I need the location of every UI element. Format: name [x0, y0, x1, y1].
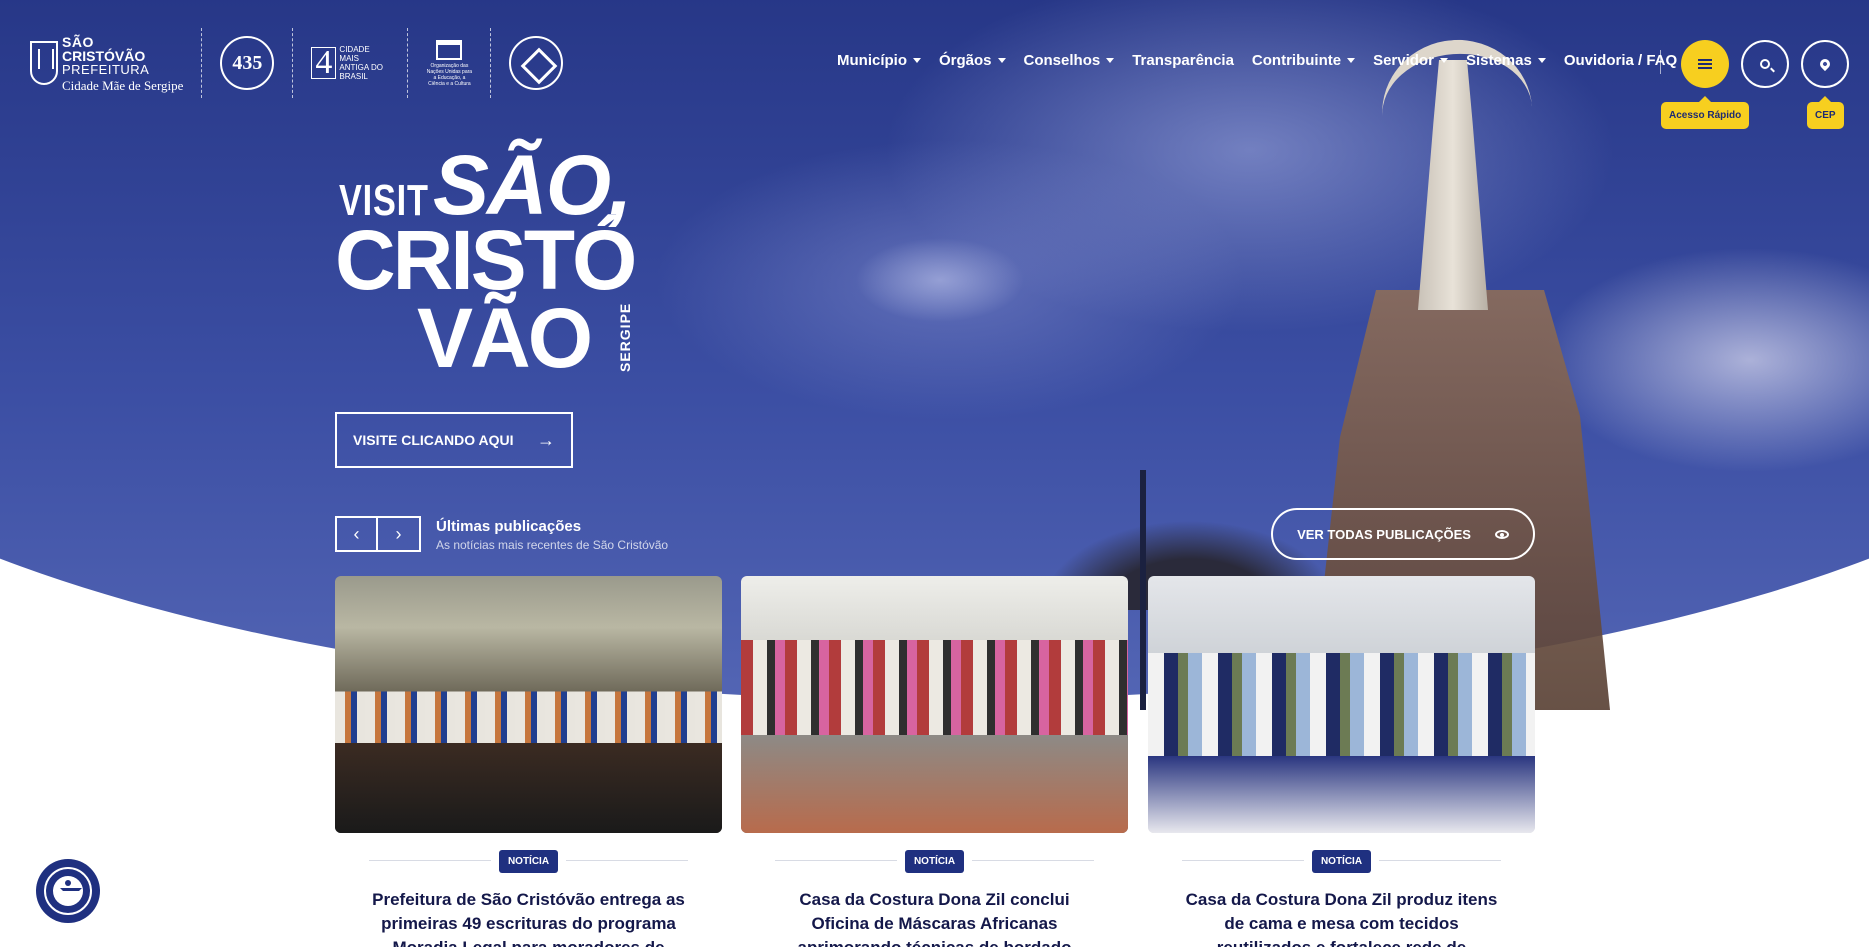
prefeitura-logo[interactable]: SÃO CRISTÓVÃO PREFEITURA Cidade Mãe de S… [30, 35, 183, 92]
quick-access-button[interactable] [1681, 40, 1729, 88]
arrow-right-icon: → [537, 429, 555, 450]
logo-divider [201, 28, 203, 98]
view-all-publications-button[interactable]: VER TODAS PUBLICAÇÕES [1271, 508, 1535, 560]
category-badge: NOTÍCIA [904, 849, 965, 873]
search-button[interactable] [1741, 40, 1789, 88]
nav-item-municipio[interactable]: Município [828, 52, 930, 69]
nav-item-conselhos[interactable]: Conselhos [1015, 52, 1124, 69]
map-pin-icon [1817, 56, 1833, 72]
news-card-image[interactable] [741, 576, 1128, 833]
news-card[interactable]: NOTÍCIA Casa da Costura Dona Zil conclui… [741, 576, 1128, 947]
visit-button[interactable]: VISITE CLICANDO AQUI → [335, 412, 573, 468]
unesco-logo: Organização das Nações Unidas para a Edu… [426, 39, 472, 87]
nav-item-servidor[interactable]: Servidor [1364, 52, 1457, 69]
nav-item-ouvidoria[interactable]: Ouvidoria / FAQ [1555, 52, 1686, 69]
chevron-right-icon: › [395, 523, 402, 544]
prev-button[interactable]: ‹ [335, 516, 378, 552]
eye-icon [1494, 529, 1509, 539]
anniversary-435-badge: 435 [220, 36, 275, 90]
site-header: SÃO CRISTÓVÃO PREFEITURA Cidade Mãe de S… [0, 0, 1869, 129]
category-badge: NOTÍCIA [1311, 849, 1372, 873]
logo-divider [490, 28, 492, 98]
logo-divider [292, 28, 294, 98]
logo-line-1: SÃO [62, 33, 94, 50]
logo-divider [407, 28, 409, 98]
publications-title: Últimas publicações [436, 518, 582, 535]
nav-item-sistemas[interactable]: Sistemas [1457, 52, 1555, 69]
news-card-title[interactable]: Prefeitura de São Cristóvão entrega as p… [335, 888, 722, 947]
visit-sergipe: SERGIPE [617, 302, 633, 372]
search-icon [1760, 59, 1770, 69]
news-card[interactable]: NOTÍCIA Casa da Costura Dona Zil produz … [1148, 576, 1535, 947]
chevron-left-icon: ‹ [353, 523, 360, 544]
news-card-title[interactable]: Casa da Costura Dona Zil produz itens de… [1148, 888, 1535, 947]
main-nav: Município Órgãos Conselhos Transparência… [828, 52, 1686, 69]
cep-tooltip: CEP [1807, 96, 1844, 129]
caret-down-icon [1106, 58, 1115, 63]
carousel-pager: ‹ › [335, 516, 421, 552]
coat-of-arms-icon [30, 41, 58, 85]
nav-item-transparencia[interactable]: Transparência [1123, 52, 1243, 69]
news-card-image[interactable] [1148, 576, 1535, 833]
news-card-image[interactable] [335, 576, 722, 833]
caret-down-icon [1347, 58, 1356, 63]
unesco-temple-icon [436, 39, 463, 60]
publications-subtitle: As notícias mais recentes de São Cristóv… [436, 538, 669, 552]
logo-bar: SÃO CRISTÓVÃO PREFEITURA Cidade Mãe de S… [30, 28, 564, 98]
caret-down-icon [1439, 58, 1448, 63]
logo-tagline: Cidade Mãe de Sergipe [62, 77, 184, 93]
logo-line-2: CRISTÓVÃO [62, 47, 146, 64]
accessibility-icon [53, 876, 83, 906]
world-heritage-icon [509, 36, 564, 90]
news-card-title[interactable]: Casa da Costura Dona Zil conclui Oficina… [741, 888, 1128, 947]
nav-item-contribuinte[interactable]: Contribuinte [1243, 52, 1364, 69]
category-badge: NOTÍCIA [498, 849, 559, 873]
visit-line-3: VÃO [417, 291, 593, 385]
cep-button[interactable] [1801, 40, 1849, 88]
quick-access-tooltip: Acesso Rápido [1661, 96, 1750, 129]
hamburger-icon [1698, 59, 1712, 69]
next-button[interactable]: › [378, 516, 421, 552]
fourth-oldest-city-badge: 4 CIDADE MAIS ANTIGA DO BRASIL [311, 45, 389, 81]
street-lamp [1140, 470, 1146, 710]
nav-item-orgaos[interactable]: Órgãos [930, 52, 1015, 69]
visit-sao-cristovao-logo: VISIT SÃO, CRISTÓ VÃO SERGIPE [335, 132, 645, 385]
caret-down-icon [997, 58, 1006, 63]
caret-down-icon [913, 58, 921, 63]
accessibility-button[interactable] [36, 859, 100, 923]
caret-down-icon [1537, 58, 1546, 63]
logo-line-3: PREFEITURA [62, 61, 150, 77]
nav-divider [1660, 50, 1661, 74]
news-card[interactable]: NOTÍCIA Prefeitura de São Cristóvão entr… [335, 576, 722, 947]
